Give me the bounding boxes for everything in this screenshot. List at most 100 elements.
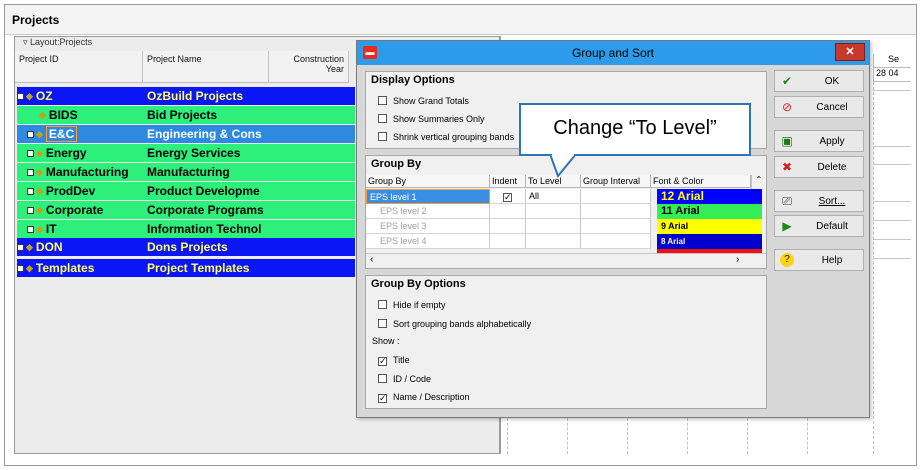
close-button[interactable]: ✕ [835, 43, 865, 61]
font-color-cell-1[interactable]: 12 Arial [657, 189, 762, 204]
scroll-up-icon[interactable]: ⌃ [752, 175, 766, 184]
expand-icon[interactable] [17, 265, 24, 273]
expand-icon[interactable] [27, 226, 34, 234]
indent-cell-2[interactable] [490, 204, 526, 219]
delete-button[interactable]: ✖ Delete [774, 156, 864, 178]
col-label: Font & Color [653, 176, 704, 186]
expand-icon[interactable] [27, 188, 34, 196]
eps-icon: ◆ [36, 205, 43, 216]
to-level-cell-4[interactable] [526, 234, 581, 249]
show-summaries-only-checkbox[interactable]: Show Summaries Only [378, 114, 485, 124]
table-row[interactable]: ◆ DON Dons Projects [17, 238, 355, 256]
cancel-button[interactable]: ⊘ Cancel [774, 96, 864, 118]
help-button[interactable]: ? Help [774, 249, 864, 271]
sort-button[interactable]: ⎚ Sort... [774, 190, 864, 212]
expand-icon[interactable] [27, 207, 34, 215]
table-row[interactable]: ◆ Manufacturing Manufacturing [17, 163, 355, 181]
col-construction-year[interactable]: Construction Year [269, 51, 349, 83]
checkbox-checked-icon: ✓ [378, 393, 387, 403]
checkbox-label: Name / Description [393, 392, 470, 402]
group-by-cell-eps-4[interactable]: EPS level 4 [366, 234, 490, 249]
table-row[interactable]: ◆ ProdDev Product Developme [17, 182, 355, 200]
cell-label: EPS level 1 [370, 192, 417, 202]
shrink-bands-checkbox[interactable]: Shrink vertical grouping bands [378, 132, 514, 142]
gantt-bar-line [873, 164, 911, 165]
row-name: Dons Projects [147, 240, 228, 254]
row-id: Manufacturing [45, 165, 129, 179]
expand-icon[interactable] [27, 131, 34, 139]
indent-cell-4[interactable] [490, 234, 526, 249]
apply-button[interactable]: ▣ Apply [774, 130, 864, 152]
id-code-checkbox[interactable]: ID / Code [378, 374, 431, 384]
col-project-id[interactable]: Project ID [15, 51, 143, 83]
expand-icon[interactable] [27, 150, 34, 158]
font-color-cell-2[interactable]: 11 Arial [657, 204, 762, 219]
col-group-by: Group By [366, 175, 490, 188]
gantt-day-label: 04 [888, 68, 899, 78]
indent-checkbox-1[interactable]: ✓ [490, 189, 526, 204]
hide-if-empty-checkbox[interactable]: Hide if empty [378, 300, 446, 310]
font-color-cell-3[interactable]: 9 Arial [657, 219, 762, 234]
checkbox-checked-icon: ✓ [503, 192, 512, 202]
table-row[interactable]: ◆ Energy Energy Services [17, 144, 355, 162]
group-by-cell-eps-1[interactable]: EPS level 1 [366, 189, 490, 204]
table-row[interactable]: ◆ IT Information Technol [17, 220, 355, 238]
group-by-cell-eps-3[interactable]: EPS level 3 [366, 219, 490, 234]
row-id: BIDS [48, 108, 78, 122]
col-font-color: Font & Color [651, 175, 751, 188]
row-name: Project Templates [147, 261, 250, 275]
font-color-cell-4[interactable]: 8 Arial [657, 234, 762, 249]
dialog-titlebar[interactable]: ▬ Group and Sort ✕ [357, 41, 869, 65]
row-id[interactable]: E&C [45, 126, 78, 142]
table-row[interactable]: ◆ Templates Project Templates [17, 259, 355, 277]
table-row-selected[interactable]: ◆ E&C Engineering & Cons [17, 125, 355, 143]
horizontal-scrollbar[interactable]: ‹ › [366, 253, 766, 267]
sort-label: Sort... [818, 196, 846, 207]
group-interval-cell-4[interactable] [581, 234, 651, 249]
row-name: Bid Projects [147, 108, 218, 122]
expand-icon[interactable] [27, 169, 34, 177]
title-checkbox[interactable]: ✓ Title [378, 355, 410, 366]
gantt-month-label: Se [888, 54, 900, 64]
col-project-name[interactable]: Project Name [143, 51, 269, 83]
to-level-cell-1[interactable]: All [526, 189, 581, 204]
table-row[interactable]: ◆ OZ OzBuild Projects [17, 87, 355, 105]
ok-button[interactable]: ✔ OK [774, 70, 864, 92]
col-label: Group By [368, 176, 407, 186]
callout-text: Change “To Level” [553, 117, 717, 139]
checkbox-icon [378, 319, 387, 328]
cell-label: All [529, 191, 540, 201]
col-label: Group Interval [583, 176, 641, 186]
show-label: Show : [372, 336, 400, 346]
checkbox-icon [378, 374, 387, 383]
indent-cell-3[interactable] [490, 219, 526, 234]
to-level-cell-2[interactable] [526, 204, 581, 219]
default-button[interactable]: ▶ Default [774, 215, 864, 237]
group-interval-cell-3[interactable] [581, 219, 651, 234]
gantt-grid-line [567, 418, 568, 454]
group-interval-cell-1[interactable] [581, 189, 651, 204]
checkbox-icon [378, 96, 387, 105]
button-column [771, 69, 867, 409]
gantt-grid-line [747, 418, 748, 454]
to-level-cell-3[interactable] [526, 219, 581, 234]
dialog-title: Group and Sort [571, 46, 655, 60]
col-project-name-label: Project Name [147, 54, 202, 64]
expand-icon[interactable] [17, 244, 24, 252]
show-grand-totals-checkbox[interactable]: Show Grand Totals [378, 96, 469, 106]
group-interval-cell-2[interactable] [581, 204, 651, 219]
group-by-cell-eps-2[interactable]: EPS level 2 [366, 204, 490, 219]
checkbox-icon [378, 114, 387, 123]
name-description-checkbox[interactable]: ✓ Name / Description [378, 392, 470, 403]
eps-icon: ◆ [36, 224, 43, 235]
eps-icon: ◆ [26, 263, 33, 274]
table-row[interactable]: ◆ Corporate Corporate Programs [17, 201, 355, 219]
sort-alphabetically-checkbox[interactable]: Sort grouping bands alphabetically [378, 319, 531, 329]
gantt-grid-line [873, 82, 874, 454]
scroll-left-icon[interactable]: ‹ [370, 254, 373, 265]
table-row[interactable]: ◆ BIDS Bid Projects [17, 106, 355, 124]
scroll-right-icon[interactable]: › [736, 254, 739, 265]
help-label: Help [821, 255, 843, 266]
collapse-icon[interactable] [17, 93, 24, 101]
font-label: 9 Arial [661, 221, 689, 231]
